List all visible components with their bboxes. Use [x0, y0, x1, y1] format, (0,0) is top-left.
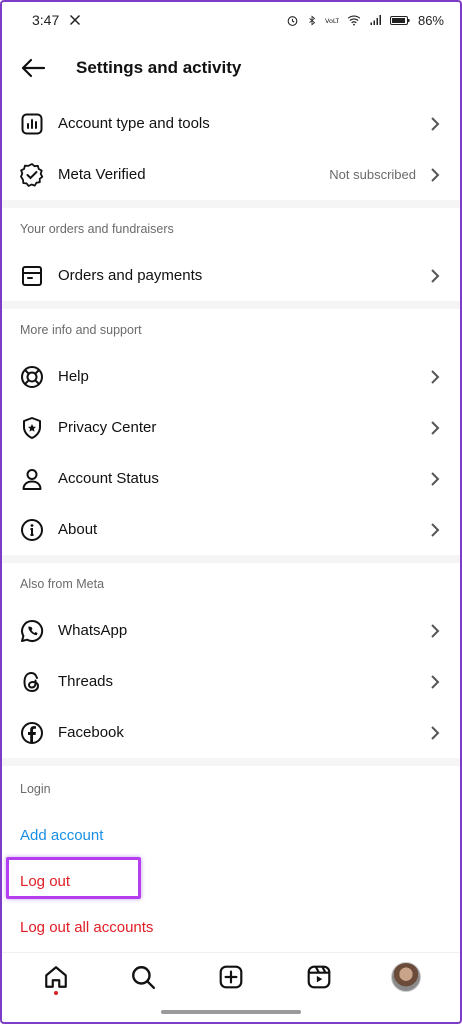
log-out-all-button[interactable]: Log out all accounts	[2, 904, 460, 950]
chevron-right-icon	[428, 268, 442, 284]
lifebuoy-icon	[18, 363, 46, 391]
bottom-nav	[2, 952, 460, 1000]
chevron-right-icon	[428, 522, 442, 538]
menu-item-account-type[interactable]: Account type and tools	[2, 98, 460, 149]
menu-item-account-status[interactable]: Account Status	[2, 453, 460, 504]
menu-item-privacy-center[interactable]: Privacy Center	[2, 402, 460, 453]
menu-item-whatsapp[interactable]: WhatsApp	[2, 605, 460, 656]
section-heading: Also from Meta	[20, 577, 105, 591]
menu-item-help[interactable]: Help	[2, 351, 460, 402]
highlight-box	[6, 857, 141, 899]
shield-star-icon	[18, 414, 46, 442]
section-divider	[2, 200, 460, 208]
plus-square-icon	[219, 965, 243, 988]
person-icon	[18, 465, 46, 493]
menu-item-label: Facebook	[58, 724, 124, 741]
section-divider	[2, 555, 460, 563]
menu-item-label: Privacy Center	[58, 419, 157, 436]
section-heading: Your orders and fundraisers	[20, 222, 174, 236]
menu-item-threads[interactable]: Threads	[2, 656, 460, 707]
chevron-right-icon	[428, 674, 442, 690]
section-divider	[2, 758, 460, 766]
wifi-icon	[347, 14, 361, 26]
chevron-right-icon	[428, 167, 442, 183]
status-time: 3:47	[32, 12, 60, 28]
verified-badge-icon	[18, 161, 46, 189]
orders-box-icon	[18, 262, 46, 290]
nav-create[interactable]	[211, 957, 251, 997]
battery-percent: 86%	[417, 12, 444, 28]
nav-profile[interactable]	[386, 957, 426, 997]
signal-icon	[369, 14, 382, 26]
menu-item-label: Threads	[58, 673, 114, 690]
home-icon	[44, 965, 67, 988]
menu-item-about[interactable]: About	[2, 504, 460, 555]
subscription-status: Not subscribed	[329, 167, 416, 182]
whatsapp-icon	[18, 617, 46, 645]
menu-item-orders-payments[interactable]: Orders and payments	[2, 250, 460, 301]
menu-item-label: WhatsApp	[58, 622, 128, 639]
page-header: Settings and activity	[2, 38, 460, 98]
chevron-right-icon	[428, 116, 442, 132]
back-button[interactable]	[18, 53, 48, 83]
nav-search[interactable]	[123, 957, 163, 997]
menu-item-label: Help	[58, 368, 89, 385]
status-bar: 3:47 VoLTE 86%	[2, 2, 460, 38]
add-account-link[interactable]: Add account	[2, 812, 460, 858]
facebook-icon	[18, 719, 46, 747]
battery-icon	[389, 15, 410, 26]
info-icon	[18, 516, 46, 544]
chevron-right-icon	[428, 623, 442, 639]
chevron-right-icon	[428, 471, 442, 487]
chevron-right-icon	[428, 369, 442, 385]
menu-item-label: Orders and payments	[58, 267, 203, 284]
nav-reels[interactable]	[299, 957, 339, 997]
alarm-icon	[286, 14, 299, 27]
bar-chart-icon	[18, 110, 46, 138]
notification-dot	[53, 990, 58, 995]
menu-item-label: Meta Verified	[58, 166, 146, 183]
chevron-right-icon	[428, 725, 442, 741]
section-heading: More info and support	[20, 323, 142, 337]
volte-icon: VoLTE	[325, 14, 339, 26]
x-app-icon	[69, 14, 81, 26]
section-divider	[2, 301, 460, 309]
nav-home[interactable]	[36, 957, 76, 997]
menu-item-meta-verified[interactable]: Meta Verified Not subscribed	[2, 149, 460, 200]
avatar	[391, 961, 422, 992]
bluetooth-icon	[307, 14, 317, 27]
search-icon	[132, 965, 156, 989]
menu-item-label: About	[58, 521, 98, 538]
home-indicator	[161, 1010, 301, 1014]
section-heading: Login	[20, 782, 51, 796]
threads-icon	[18, 668, 46, 696]
page-title: Settings and activity	[76, 58, 242, 77]
reels-icon	[307, 965, 330, 988]
menu-item-label: Account Status	[58, 470, 159, 487]
arrow-left-icon	[21, 58, 46, 78]
chevron-right-icon	[428, 420, 442, 436]
menu-item-facebook[interactable]: Facebook	[2, 707, 460, 758]
svg-text:VoLTE: VoLTE	[325, 17, 339, 25]
menu-item-label: Account type and tools	[58, 115, 210, 132]
